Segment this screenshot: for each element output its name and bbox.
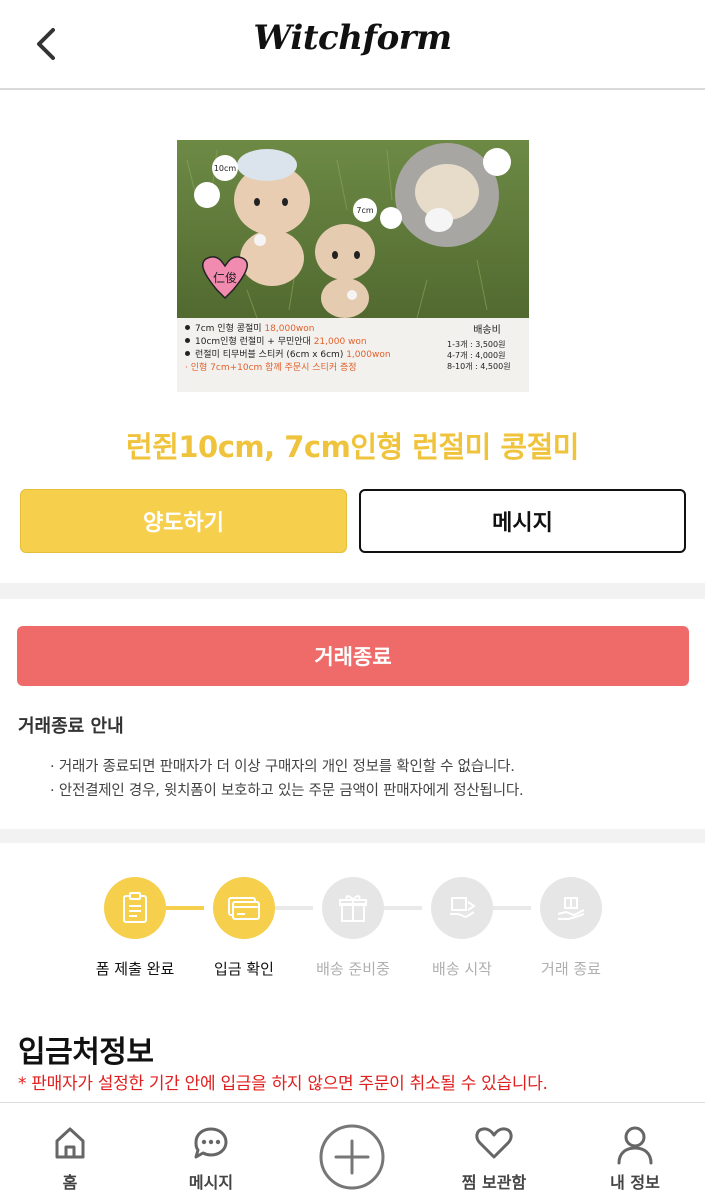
user-icon [617, 1126, 653, 1165]
nav-profile[interactable]: 내 정보 [575, 1103, 695, 1200]
product-image: 仁俊 10cm 7cm 7cm 인형 콩절미 18,000won 10cm인형 … [177, 140, 529, 392]
message-button[interactable]: 메시지 [359, 489, 686, 553]
step-label: 배송 시작 [432, 960, 492, 978]
caption-item: 10cm인형 런절미 + 무민안대 21,000 won [185, 336, 435, 349]
heart-label: 仁俊 [213, 270, 237, 285]
shipping-fee-info: 배송비 1-3개 : 3,500원 4-7개 : 4,000원 8-10개 : … [447, 324, 527, 372]
notice-title: 거래종료 안내 [18, 716, 124, 737]
step-preparing [322, 877, 384, 939]
nav-wishlist-label: 찜 보관함 [461, 1173, 527, 1192]
nav-messages-label: 메시지 [188, 1173, 234, 1192]
home-icon [55, 1127, 85, 1159]
caption-item: 7cm 인형 콩절미 18,000won [185, 323, 435, 336]
step-label: 배송 준비중 [316, 960, 390, 978]
product-caption: 7cm 인형 콩절미 18,000won 10cm인형 런절미 + 무민안대 2… [177, 318, 529, 392]
tag-7cm: 7cm [356, 206, 373, 215]
notice-line: · 안전결제인 경우, 윗치폼이 보호하고 있는 주문 금액이 판매자에게 정산… [50, 783, 524, 799]
nav-messages[interactable]: 메시지 [151, 1103, 271, 1200]
step-label: 입금 확인 [214, 960, 274, 978]
bottom-nav: 홈 메시지 찜 보관함 내 정보 [0, 1102, 705, 1200]
add-button[interactable] [318, 1123, 386, 1191]
top-bar: Witchform [0, 0, 705, 90]
gift-hand-icon [557, 897, 585, 920]
nav-home-label: 홈 [62, 1173, 78, 1192]
step-form-submitted [104, 877, 166, 939]
chat-bubble-icon [194, 1127, 228, 1159]
step-label: 폼 제출 완료 [95, 960, 175, 978]
shipping-row: 8-10개 : 4,500원 [447, 362, 511, 371]
deposit-info-title: 입금처정보 [18, 1035, 154, 1070]
deposit-warning: * 판매자가 설정한 기간 안에 입금을 하지 않으면 주문이 취소될 수 있습… [18, 1074, 548, 1094]
caption-highlight: · 인형 7cm+10cm 함께 주문시 스티커 증정 [185, 363, 357, 373]
transfer-button[interactable]: 양도하기 [20, 489, 347, 553]
nav-wishlist[interactable]: 찜 보관함 [434, 1103, 554, 1200]
product-photo: 仁俊 10cm 7cm [177, 140, 529, 320]
caption-item: 런절미 티무버블 스티커 (6cm x 6cm) 1,000won [185, 349, 435, 362]
product-title: 런쥔10cm, 7cm인형 런절미 콩절미 [126, 430, 579, 464]
app-logo: Witchform [253, 18, 452, 58]
plus-circle-icon [319, 1124, 385, 1190]
step-connector [384, 906, 422, 910]
nav-profile-label: 내 정보 [610, 1173, 660, 1192]
shipping-title: 배송비 [473, 325, 501, 336]
step-shipping [431, 877, 493, 939]
heart-icon [475, 1127, 513, 1159]
step-connector [275, 906, 313, 910]
section-divider [0, 583, 705, 599]
caption-list: 7cm 인형 콩절미 18,000won 10cm인형 런절미 + 무민안대 2… [185, 323, 435, 375]
credit-card-icon [228, 897, 260, 920]
end-trade-button[interactable]: 거래종료 [17, 626, 689, 686]
shipping-row: 4-7개 : 4,000원 [447, 351, 506, 360]
clipboard-icon [123, 892, 147, 923]
gift-box-icon [339, 895, 367, 922]
step-connector [493, 906, 531, 910]
delivery-hand-icon [450, 897, 476, 919]
step-trade-ended [540, 877, 602, 939]
section-divider [0, 829, 705, 843]
nav-home[interactable]: 홈 [10, 1103, 130, 1200]
step-payment-confirmed [213, 877, 275, 939]
step-label: 거래 종료 [541, 960, 601, 978]
notice-line: · 거래가 종료되면 판매자가 더 이상 구매자의 개인 정보를 확인할 수 없… [50, 759, 515, 775]
tag-10cm: 10cm [214, 164, 237, 173]
step-connector [166, 906, 204, 910]
shipping-row: 1-3개 : 3,500원 [447, 340, 506, 349]
